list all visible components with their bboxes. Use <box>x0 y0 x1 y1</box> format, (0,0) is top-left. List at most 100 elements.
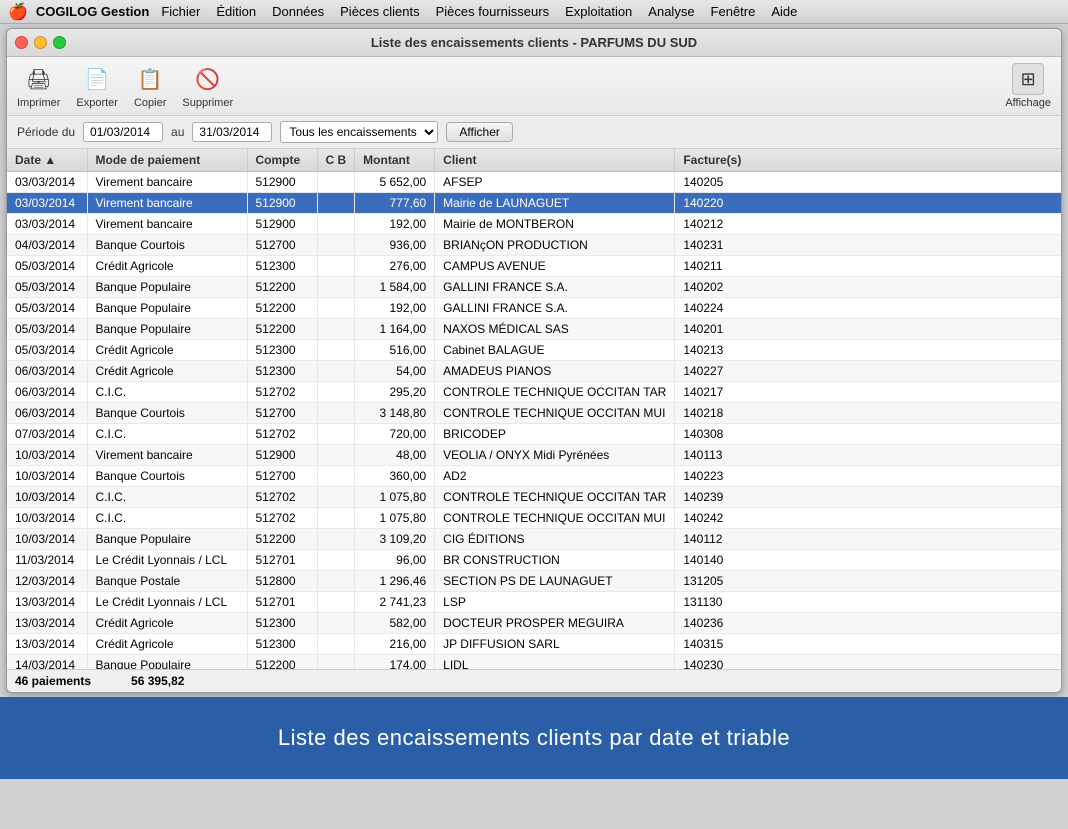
cell-compte: 512200 <box>247 277 317 298</box>
minimize-button[interactable] <box>34 36 47 49</box>
table-body: 03/03/2014 Virement bancaire 512900 5 65… <box>7 172 1061 670</box>
close-button[interactable] <box>15 36 28 49</box>
table-row[interactable]: 10/03/2014 Banque Populaire 512200 3 109… <box>7 529 1061 550</box>
cell-montant: 516,00 <box>355 340 435 361</box>
table-row[interactable]: 05/03/2014 Crédit Agricole 512300 276,00… <box>7 256 1061 277</box>
paiements-total: 56 395,82 <box>131 674 184 688</box>
table-row[interactable]: 03/03/2014 Virement bancaire 512900 192,… <box>7 214 1061 235</box>
menu-pieces-clients[interactable]: Pièces clients <box>332 4 427 19</box>
cell-client: LIDL <box>435 655 675 670</box>
afficher-button[interactable]: Afficher <box>446 122 512 142</box>
copier-label: Copier <box>134 97 166 109</box>
cell-compte: 512900 <box>247 214 317 235</box>
col-header-facture[interactable]: Facture(s) <box>675 149 1061 172</box>
col-header-mode[interactable]: Mode de paiement <box>87 149 247 172</box>
cell-mode: Crédit Agricole <box>87 256 247 277</box>
cell-compte: 512900 <box>247 172 317 193</box>
table-row[interactable]: 05/03/2014 Banque Populaire 512200 192,0… <box>7 298 1061 319</box>
cell-montant: 174,00 <box>355 655 435 670</box>
table-row[interactable]: 03/03/2014 Virement bancaire 512900 5 65… <box>7 172 1061 193</box>
cell-client: DOCTEUR PROSPER MEGUIRA <box>435 613 675 634</box>
cell-facture: 140315 <box>675 634 1061 655</box>
menu-fenetre[interactable]: Fenêtre <box>703 4 764 19</box>
exporter-button[interactable]: 📄 Exporter <box>76 63 118 109</box>
cell-facture: 140112 <box>675 529 1061 550</box>
menu-exploitation[interactable]: Exploitation <box>557 4 640 19</box>
apple-menu[interactable]: 🍎 <box>8 2 28 22</box>
cell-facture: 140223 <box>675 466 1061 487</box>
cell-cb <box>317 445 355 466</box>
table-row[interactable]: 04/03/2014 Banque Courtois 512700 936,00… <box>7 235 1061 256</box>
cell-cb <box>317 613 355 634</box>
menu-aide[interactable]: Aide <box>763 4 805 19</box>
cell-montant: 936,00 <box>355 235 435 256</box>
date-debut-input[interactable] <box>83 122 163 142</box>
cell-facture: 140227 <box>675 361 1061 382</box>
cell-date: 06/03/2014 <box>7 382 87 403</box>
table-row[interactable]: 13/03/2014 Crédit Agricole 512300 582,00… <box>7 613 1061 634</box>
app-name[interactable]: COGILOG Gestion <box>36 4 149 19</box>
table-row[interactable]: 05/03/2014 Crédit Agricole 512300 516,00… <box>7 340 1061 361</box>
cell-mode: Banque Courtois <box>87 466 247 487</box>
cell-mode: Banque Populaire <box>87 655 247 670</box>
cell-cb <box>317 298 355 319</box>
cell-date: 07/03/2014 <box>7 424 87 445</box>
col-header-cb[interactable]: C B <box>317 149 355 172</box>
cell-montant: 1 075,80 <box>355 487 435 508</box>
exporter-label: Exporter <box>76 97 118 109</box>
cell-montant: 1 164,00 <box>355 319 435 340</box>
cell-cb <box>317 361 355 382</box>
maximize-button[interactable] <box>53 36 66 49</box>
cell-montant: 295,20 <box>355 382 435 403</box>
table-row[interactable]: 14/03/2014 Banque Populaire 512200 174,0… <box>7 655 1061 670</box>
cell-date: 13/03/2014 <box>7 634 87 655</box>
filterbar: Période du au Tous les encaissements Aff… <box>7 116 1061 149</box>
imprimer-button[interactable]: 🖨 Imprimer <box>17 63 60 109</box>
date-fin-input[interactable] <box>192 122 272 142</box>
table-row[interactable]: 10/03/2014 Banque Courtois 512700 360,00… <box>7 466 1061 487</box>
table-row[interactable]: 03/03/2014 Virement bancaire 512900 777,… <box>7 193 1061 214</box>
window-buttons <box>15 36 66 49</box>
cell-compte: 512701 <box>247 550 317 571</box>
menu-edition[interactable]: Édition <box>208 4 264 19</box>
table-row[interactable]: 06/03/2014 Banque Courtois 512700 3 148,… <box>7 403 1061 424</box>
table-row[interactable]: 05/03/2014 Banque Populaire 512200 1 584… <box>7 277 1061 298</box>
menu-donnees[interactable]: Données <box>264 4 332 19</box>
cell-client: CONTROLE TECHNIQUE OCCITAN TAR <box>435 487 675 508</box>
col-header-date[interactable]: Date ▲ <box>7 149 87 172</box>
table-row[interactable]: 13/03/2014 Le Crédit Lyonnais / LCL 5127… <box>7 592 1061 613</box>
table-row[interactable]: 06/03/2014 Crédit Agricole 512300 54,00 … <box>7 361 1061 382</box>
menu-analyse[interactable]: Analyse <box>640 4 702 19</box>
table-row[interactable]: 11/03/2014 Le Crédit Lyonnais / LCL 5127… <box>7 550 1061 571</box>
col-header-client[interactable]: Client <box>435 149 675 172</box>
copier-button[interactable]: 📋 Copier <box>134 63 166 109</box>
cell-facture: 140242 <box>675 508 1061 529</box>
cell-mode: Crédit Agricole <box>87 340 247 361</box>
filtre-select[interactable]: Tous les encaissements <box>280 121 438 143</box>
table-row[interactable]: 12/03/2014 Banque Postale 512800 1 296,4… <box>7 571 1061 592</box>
cell-date: 10/03/2014 <box>7 445 87 466</box>
table-row[interactable]: 05/03/2014 Banque Populaire 512200 1 164… <box>7 319 1061 340</box>
affichage-button[interactable]: ⊞ Affichage <box>1005 63 1051 109</box>
cell-mode: C.I.C. <box>87 487 247 508</box>
menu-fichier[interactable]: Fichier <box>153 4 208 19</box>
cell-cb <box>317 634 355 655</box>
cell-compte: 512200 <box>247 529 317 550</box>
col-header-montant[interactable]: Montant <box>355 149 435 172</box>
cell-compte: 512300 <box>247 634 317 655</box>
table-row[interactable]: 07/03/2014 C.I.C. 512702 720,00 BRICODEP… <box>7 424 1061 445</box>
cell-compte: 512701 <box>247 592 317 613</box>
cell-date: 10/03/2014 <box>7 508 87 529</box>
table-container: Date ▲ Mode de paiement Compte C B Monta… <box>7 149 1061 669</box>
menu-pieces-fournisseurs[interactable]: Pièces fournisseurs <box>428 4 557 19</box>
col-header-compte[interactable]: Compte <box>247 149 317 172</box>
cell-cb <box>317 592 355 613</box>
cell-facture: 140217 <box>675 382 1061 403</box>
cell-montant: 192,00 <box>355 298 435 319</box>
table-row[interactable]: 10/03/2014 C.I.C. 512702 1 075,80 CONTRO… <box>7 487 1061 508</box>
table-row[interactable]: 10/03/2014 Virement bancaire 512900 48,0… <box>7 445 1061 466</box>
table-row[interactable]: 13/03/2014 Crédit Agricole 512300 216,00… <box>7 634 1061 655</box>
table-row[interactable]: 06/03/2014 C.I.C. 512702 295,20 CONTROLE… <box>7 382 1061 403</box>
table-row[interactable]: 10/03/2014 C.I.C. 512702 1 075,80 CONTRO… <box>7 508 1061 529</box>
supprimer-button[interactable]: 🚫 Supprimer <box>182 63 233 109</box>
